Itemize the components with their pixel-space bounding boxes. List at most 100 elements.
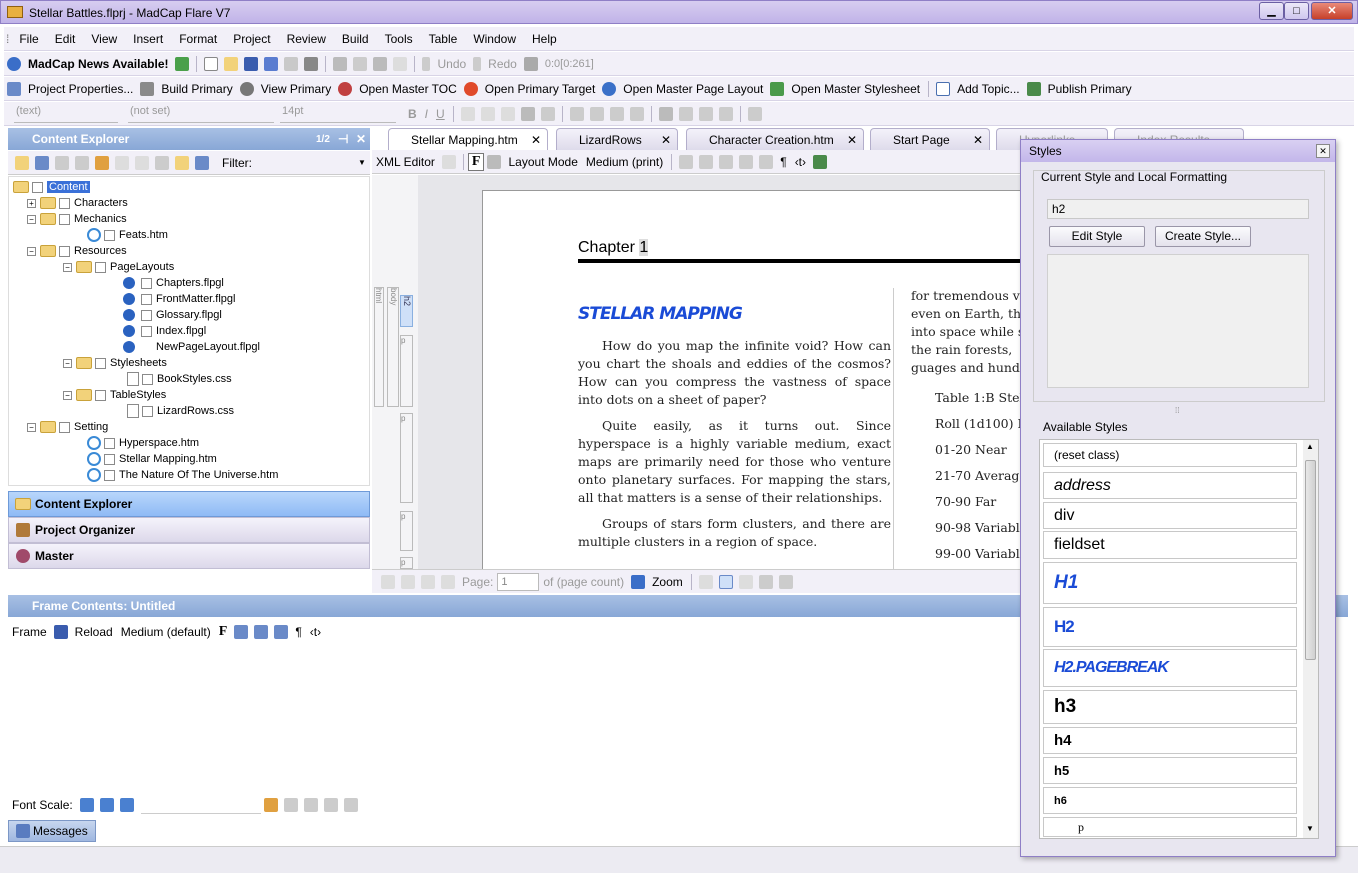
indent-icon[interactable] [698,106,713,121]
menu-project[interactable]: Project [225,32,278,46]
tree-item[interactable]: BookStyles.css [127,371,232,387]
menu-edit[interactable]: Edit [47,32,84,46]
struct-p[interactable]: p [400,511,413,551]
menu-build[interactable]: Build [334,32,377,46]
outdent-icon[interactable] [678,106,693,121]
underline-button[interactable]: U [436,107,445,121]
tool-icon[interactable] [699,154,714,169]
undo-icon[interactable] [422,56,431,71]
menu-file[interactable]: File [11,32,46,46]
clear-format-icon[interactable] [500,106,515,121]
style-item[interactable]: p [1043,817,1297,837]
style-item[interactable]: h4 [1043,727,1297,754]
checkbox[interactable] [59,213,70,225]
save-icon[interactable] [244,56,259,71]
menu-insert[interactable]: Insert [125,32,171,46]
decrease-font-icon[interactable] [79,798,94,812]
page-input[interactable]: 1 [497,572,540,591]
tags-button[interactable]: ‹t› [795,155,806,169]
scroll-thumb[interactable] [1305,460,1316,660]
collapse-icon[interactable]: − [63,262,72,272]
tree-item[interactable]: − TableStyles [63,387,166,403]
menu-review[interactable]: Review [279,32,334,46]
checkbox[interactable] [141,293,152,305]
tree-item[interactable]: − Resources [27,243,127,259]
menu-view[interactable]: View [83,32,125,46]
menu-tools[interactable]: Tools [377,32,421,46]
paragraph[interactable]: How do you map the infinite void? How ca… [578,337,891,409]
print-icon[interactable] [304,56,319,71]
style-item[interactable]: (reset class) [1043,443,1297,467]
tool-icon[interactable] [254,625,269,639]
copy-item-icon[interactable] [75,155,89,170]
properties-icon[interactable] [35,155,49,170]
reload-button[interactable]: Reload [75,625,113,639]
send-icon[interactable] [284,56,299,71]
undo-button[interactable]: Undo [437,57,466,71]
highlight-icon[interactable] [540,106,555,121]
style-select[interactable]: (text) [14,105,118,123]
up-icon[interactable] [115,155,129,170]
menu-format[interactable]: Format [171,32,225,46]
struct-h2[interactable]: h2 [400,295,413,327]
build-primary-button[interactable]: Build Primary [161,82,232,96]
align-right-icon[interactable] [609,106,624,121]
publish-primary-button[interactable]: Publish Primary [1048,82,1132,96]
tab-character-creation[interactable]: Character Creation.htm ✕ [686,128,864,150]
tool-icon[interactable] [813,154,828,169]
minimize-button[interactable]: ▁ [1259,2,1284,20]
tree-item[interactable]: LizardRows.css [127,403,234,419]
checkbox[interactable] [104,437,115,449]
open-master-page-layout-button[interactable]: Open Master Page Layout [623,82,763,96]
pilcrow-button[interactable]: ¶ [295,625,301,639]
increase-font-icon[interactable] [119,798,134,812]
tree-item[interactable]: − Mechanics [27,211,127,227]
file-icon[interactable] [135,155,149,170]
news-link[interactable]: MadCap News Available! [28,57,168,71]
checkbox[interactable] [104,469,115,481]
struct-p[interactable]: p [400,557,413,569]
pin-icon[interactable]: ⊣ [338,132,348,146]
delete-icon[interactable] [393,56,408,71]
layout-icon[interactable] [487,154,502,169]
font-scale-dropdown[interactable] [140,796,261,814]
menu-help[interactable]: Help [524,32,565,46]
zoom-button[interactable]: Zoom [652,575,683,589]
first-page-icon[interactable] [381,574,395,589]
checkbox[interactable] [95,357,106,369]
style-item[interactable]: H2.PAGEBREAK [1043,649,1297,687]
struct-html[interactable]: html [374,287,384,407]
collapse-icon[interactable]: − [27,246,36,256]
tool-icon[interactable] [283,798,298,812]
open-primary-target-button[interactable]: Open Primary Target [485,82,596,96]
border-icon[interactable] [718,106,733,121]
doc-icon[interactable] [441,154,456,169]
collapse-icon[interactable]: − [27,422,36,432]
styles-close-button[interactable]: ✕ [1316,144,1330,158]
create-style-button[interactable]: Create Style... [1155,226,1251,247]
save-all-icon[interactable] [264,56,279,71]
style-item[interactable]: H2 [1043,607,1297,647]
subscript-icon[interactable] [480,106,495,121]
open-master-toc-button[interactable]: Open Master TOC [359,82,457,96]
filter-dropdown[interactable]: ▼ [358,158,366,167]
checkbox[interactable] [141,325,152,337]
tab-close-icon[interactable]: ✕ [661,133,671,147]
scroll-up-icon[interactable]: ▲ [1306,442,1314,451]
distance-table[interactable]: Table 1:B Stella Roll (1d100) Di 01-20 N… [935,385,1023,567]
tree-item[interactable]: Stellar Mapping.htm [87,451,217,467]
collapse-icon[interactable]: − [63,358,72,368]
next-page-icon[interactable] [421,574,435,589]
medium-dropdown[interactable]: Medium (default) [121,625,211,639]
save-icon[interactable] [53,625,68,639]
checkbox[interactable] [104,229,115,241]
superscript-icon[interactable] [460,106,475,121]
class-select[interactable]: (not set) [128,105,274,123]
checkbox[interactable] [141,309,152,321]
tree-item[interactable]: Chapters.flpgl [123,275,224,291]
close-panel-icon[interactable]: ✕ [356,132,366,146]
copy-icon[interactable] [353,56,368,71]
open-master-stylesheet-button[interactable]: Open Master Stylesheet [791,82,920,96]
redo-icon[interactable] [473,56,482,71]
two-page-icon[interactable] [738,574,753,589]
